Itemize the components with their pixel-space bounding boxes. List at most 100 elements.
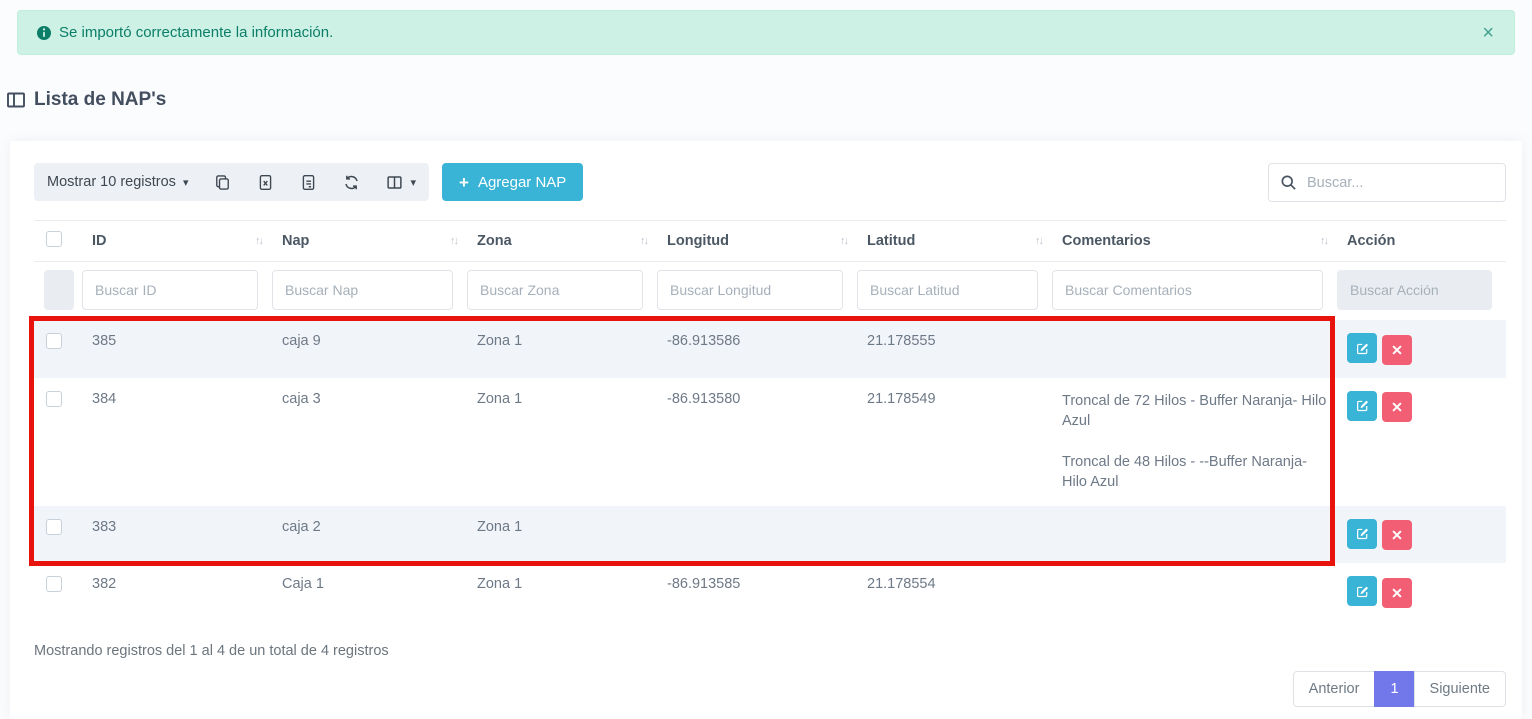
filter-input-nap[interactable] xyxy=(272,270,453,310)
action-cell xyxy=(1337,320,1506,378)
copy-button[interactable] xyxy=(201,163,244,201)
nap-value: caja 2 xyxy=(282,519,321,535)
add-nap-label: Agregar NAP xyxy=(478,174,566,191)
delete-button[interactable] xyxy=(1382,520,1412,550)
file-export-button[interactable] xyxy=(287,163,330,201)
filter-input-longitud[interactable] xyxy=(657,270,843,310)
table-toolbar: Mostrar 10 registros ▾ xyxy=(34,163,1506,202)
edit-pencil-icon xyxy=(1356,342,1369,355)
latitud-cell: 21.178555 xyxy=(857,320,1052,378)
longitud-cell xyxy=(657,506,857,564)
filter-input-latitud[interactable] xyxy=(857,270,1038,310)
column-header-id[interactable]: ID↑↓ xyxy=(82,221,272,262)
comment-text: Troncal de 48 Hilos - --Buffer Naranja- … xyxy=(1062,452,1327,493)
latitud-value: 21.178555 xyxy=(867,333,936,349)
zona-cell: Zona 1 xyxy=(467,563,657,621)
latitud-value: 21.178554 xyxy=(867,576,936,592)
columns-icon xyxy=(386,174,403,191)
row-checkbox[interactable] xyxy=(46,333,62,349)
copy-icon xyxy=(214,174,231,191)
edit-button[interactable] xyxy=(1347,576,1377,606)
zona-value: Zona 1 xyxy=(477,333,522,349)
filter-input-id[interactable] xyxy=(82,270,258,310)
column-label: Comentarios xyxy=(1062,233,1151,249)
longitud-cell: -86.913586 xyxy=(657,320,857,378)
comentarios-cell xyxy=(1052,320,1337,378)
filter-input-zona[interactable] xyxy=(467,270,643,310)
column-label: ID xyxy=(92,233,107,249)
longitud-cell: -86.913580 xyxy=(657,378,857,506)
page-title-text: Lista de NAP's xyxy=(34,89,166,111)
alert-message: Se importó correctamente la información. xyxy=(59,24,333,41)
filter-input-accion xyxy=(1337,270,1492,310)
refresh-icon xyxy=(343,174,360,191)
file-icon xyxy=(300,174,317,191)
alert-close-button[interactable]: × xyxy=(1478,21,1498,45)
search-box xyxy=(1268,163,1506,202)
sort-icon: ↑↓ xyxy=(450,235,457,247)
table-row: 383caja 2Zona 1 xyxy=(34,506,1506,564)
edit-button[interactable] xyxy=(1347,333,1377,363)
column-label: Latitud xyxy=(867,233,915,249)
filter-input-comentarios[interactable] xyxy=(1052,270,1323,310)
nap-table: ID↑↓Nap↑↓Zona↑↓Longitud↑↓Latitud↑↓Coment… xyxy=(34,220,1506,621)
add-nap-button[interactable]: + Agregar NAP xyxy=(442,163,583,201)
latitud-cell: 21.178554 xyxy=(857,563,1052,621)
delete-button[interactable] xyxy=(1382,578,1412,608)
chevron-down-icon: ▾ xyxy=(410,176,416,189)
longitud-value: -86.913586 xyxy=(667,333,740,349)
column-visibility-button[interactable]: ▾ xyxy=(373,163,429,201)
column-header-comentarios[interactable]: Comentarios↑↓ xyxy=(1052,221,1337,262)
edit-button[interactable] xyxy=(1347,519,1377,549)
column-header-zona[interactable]: Zona↑↓ xyxy=(467,221,657,262)
pagination-previous[interactable]: Anterior xyxy=(1293,671,1376,707)
delete-x-icon xyxy=(1392,345,1402,355)
column-header-nap[interactable]: Nap↑↓ xyxy=(272,221,467,262)
column-label: Acción xyxy=(1347,233,1395,249)
delete-x-icon xyxy=(1392,588,1402,598)
sort-icon: ↑↓ xyxy=(1035,235,1042,247)
records-info: Mostrando registros del 1 al 4 de un tot… xyxy=(34,643,1506,659)
comentarios-cell: Troncal de 72 Hilos - Buffer Naranja- Hi… xyxy=(1052,378,1337,506)
row-checkbox[interactable] xyxy=(46,391,62,407)
zona-value: Zona 1 xyxy=(477,519,522,535)
id-value: 384 xyxy=(92,391,116,407)
delete-button[interactable] xyxy=(1382,392,1412,422)
nap-cell: caja 3 xyxy=(272,378,467,506)
longitud-cell: -86.913585 xyxy=(657,563,857,621)
edit-button[interactable] xyxy=(1347,391,1377,421)
nap-value: caja 3 xyxy=(282,391,321,407)
excel-button[interactable] xyxy=(244,163,287,201)
filter-blank-box xyxy=(44,270,74,310)
nap-list-card: Mostrar 10 registros ▾ xyxy=(10,141,1522,719)
delete-button[interactable] xyxy=(1382,335,1412,365)
select-all-checkbox[interactable] xyxy=(46,231,62,247)
length-menu-button[interactable]: Mostrar 10 registros ▾ xyxy=(34,163,201,201)
row-checkbox[interactable] xyxy=(46,519,62,535)
column-header-longitud[interactable]: Longitud↑↓ xyxy=(657,221,857,262)
toolbar-left: Mostrar 10 registros ▾ xyxy=(34,163,583,201)
datatable-button-group: Mostrar 10 registros ▾ xyxy=(34,163,429,201)
info-circle-icon xyxy=(36,25,52,41)
id-cell: 385 xyxy=(82,320,272,378)
row-checkbox[interactable] xyxy=(46,576,62,592)
column-header-latitud[interactable]: Latitud ↑↓ xyxy=(857,221,1052,262)
search-input[interactable] xyxy=(1268,163,1506,202)
sort-icon: ↑↓ xyxy=(640,235,647,247)
column-label: Longitud xyxy=(667,233,729,249)
column-header-accion: Acción xyxy=(1337,221,1506,262)
delete-x-icon xyxy=(1392,530,1402,540)
edit-pencil-icon xyxy=(1356,399,1369,412)
header-row: ID↑↓Nap↑↓Zona↑↓Longitud↑↓Latitud↑↓Coment… xyxy=(34,221,1506,262)
pagination-next[interactable]: Siguiente xyxy=(1414,671,1506,707)
zona-value: Zona 1 xyxy=(477,391,522,407)
refresh-button[interactable] xyxy=(330,163,373,201)
latitud-cell: 21.178549 xyxy=(857,378,1052,506)
action-cell xyxy=(1337,506,1506,564)
chevron-down-icon: ▾ xyxy=(183,176,189,189)
longitud-value: -86.913580 xyxy=(667,391,740,407)
comentarios-cell xyxy=(1052,506,1337,564)
nap-value: caja 9 xyxy=(282,333,321,349)
excel-icon xyxy=(257,174,274,191)
pagination-page-1[interactable]: 1 xyxy=(1374,671,1414,707)
